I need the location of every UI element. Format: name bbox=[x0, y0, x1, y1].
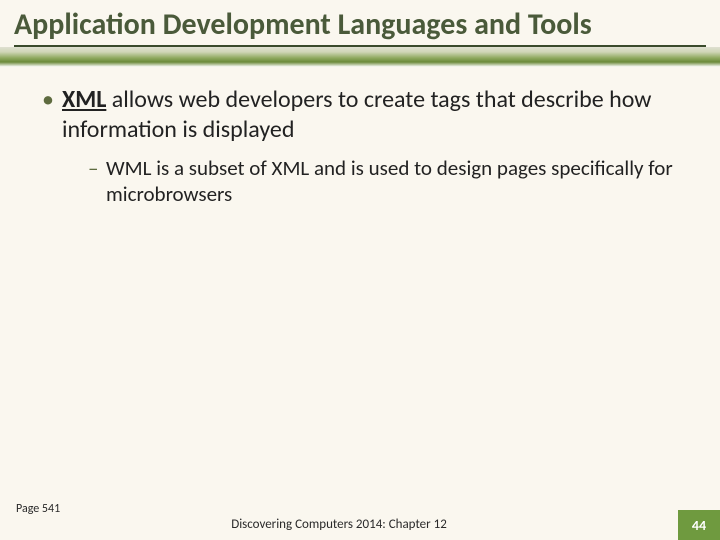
footer-center-text: Discovering Computers 2014: Chapter 12 bbox=[0, 517, 678, 534]
bullet1-rest: allows web developers to create tags tha… bbox=[62, 85, 651, 144]
bullet-level2: WML is a subset of XML and is used to de… bbox=[88, 155, 694, 208]
slide-title: Application Development Languages and To… bbox=[14, 8, 706, 43]
content-area: XML allows web developers to create tags… bbox=[0, 67, 720, 208]
bullet-level1: XML allows web developers to create tags… bbox=[42, 85, 694, 208]
bullet1-strong: XML bbox=[62, 85, 106, 114]
decorative-gradient-band bbox=[0, 47, 720, 67]
footer-bar: Discovering Computers 2014: Chapter 12 4… bbox=[0, 510, 720, 540]
slide-number-badge: 44 bbox=[678, 510, 720, 540]
